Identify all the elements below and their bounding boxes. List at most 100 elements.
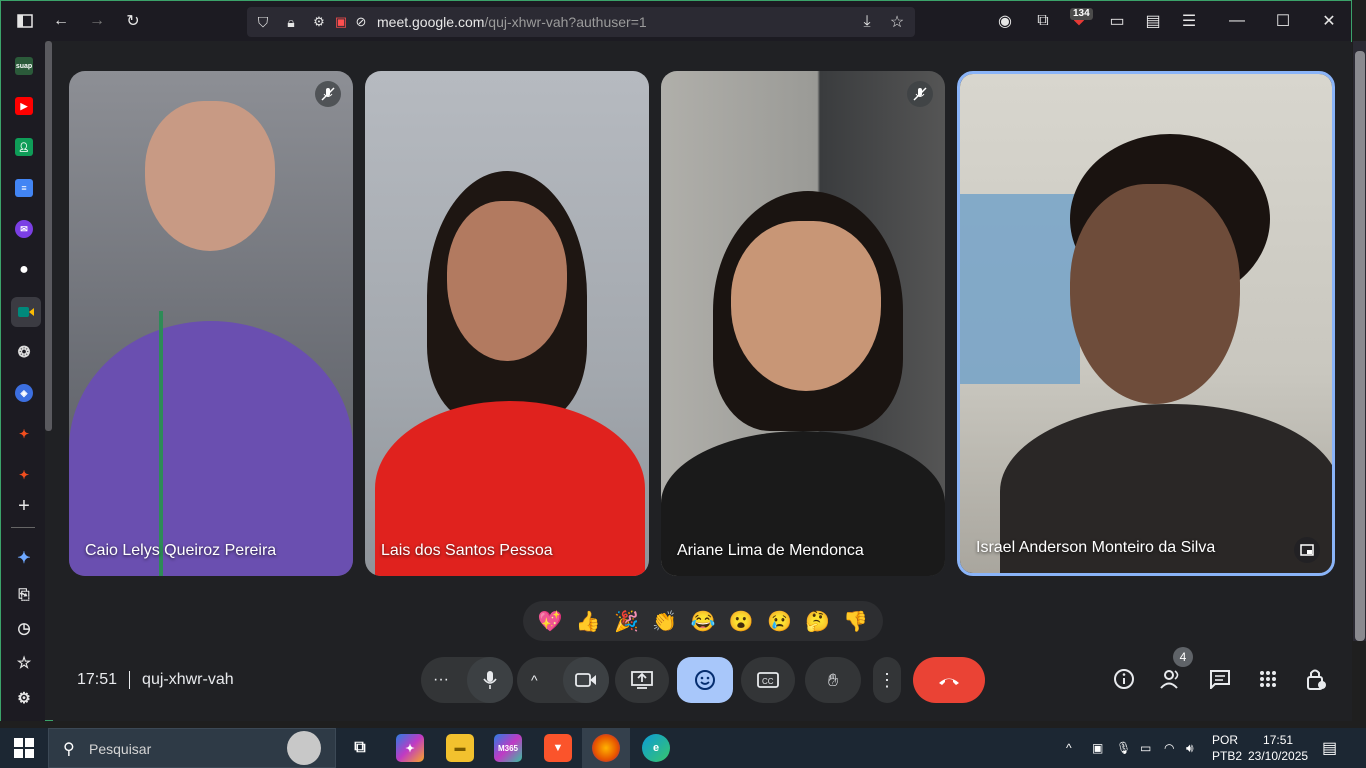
meet-tray-icon[interactable]: ▣ <box>1092 728 1103 768</box>
taskbar-clock[interactable]: 17:51 23/10/2025 <box>1248 732 1308 764</box>
input-language[interactable]: POR PTB2 <box>1212 732 1242 764</box>
meeting-info-icon[interactable] <box>1111 666 1137 692</box>
figma-icon[interactable]: ✦ <box>15 425 33 443</box>
maximize-icon[interactable]: ☐ <box>1271 9 1295 33</box>
mic-tray-icon[interactable]: 🎙︎ <box>1116 728 1131 768</box>
camera-button[interactable] <box>563 657 609 703</box>
volume-icon[interactable]: 🔊︎ <box>1186 728 1194 768</box>
shield-icon[interactable]: ⛉ <box>251 10 275 34</box>
more-options-button[interactable]: ⋮ <box>873 657 901 703</box>
participant-tile[interactable]: Caio Lelys Queiroz Pereira <box>69 71 353 576</box>
reaction-surprised[interactable]: 😮 <box>729 609 754 634</box>
more-audio-options-icon[interactable]: ··· <box>433 671 449 689</box>
meeting-code: quj-xhwr-vah <box>142 671 234 689</box>
forward-icon[interactable]: → <box>85 9 109 33</box>
task-view-icon[interactable]: ⧉ <box>346 734 374 762</box>
pocket-icon[interactable]: ⎘ <box>15 585 33 603</box>
extensions-icon[interactable]: ⧉ <box>1031 9 1055 33</box>
url-text[interactable]: meet.google.com/quj-xhwr-vah?authuser=1 <box>377 14 647 30</box>
tray-overflow-icon[interactable]: ^ <box>1066 728 1072 768</box>
participant-name: Ariane Lima de Mendonca <box>677 542 864 559</box>
present-screen-button[interactable] <box>615 657 669 703</box>
bookmark-star-icon[interactable]: ☆ <box>885 10 909 34</box>
people-icon[interactable] <box>1159 666 1185 692</box>
firefox-icon[interactable] <box>592 734 620 762</box>
sidebar-item-youtube[interactable]: ▶ <box>15 97 33 115</box>
keyboard-layout: PTB2 <box>1212 749 1243 763</box>
sidebar-item-app[interactable]: ◈ <box>15 384 33 402</box>
reaction-crying[interactable]: 😢 <box>767 609 792 634</box>
meeting-details: 17:51 quj-xhwr-vah <box>77 671 234 689</box>
m365-icon[interactable]: M365 <box>494 734 522 762</box>
participant-tile[interactable]: Lais dos Santos Pessoa <box>365 71 649 576</box>
tabs-overview-icon[interactable]: ▭ <box>1105 9 1129 33</box>
microphone-button[interactable] <box>467 657 513 703</box>
screen-share-blocked-icon[interactable]: ⊘ <box>349 10 373 34</box>
search-highlight-image <box>287 731 321 765</box>
edge-icon[interactable]: e <box>642 734 670 762</box>
activities-grid-icon[interactable] <box>1255 666 1281 692</box>
bookmarks-icon[interactable]: ☆ <box>15 654 33 672</box>
add-panel-icon[interactable]: + <box>15 495 33 517</box>
participant-tile[interactable]: Ariane Lima de Mendonca <box>661 71 945 576</box>
github-icon[interactable]: ● <box>15 261 33 279</box>
lang-code: POR <box>1212 733 1239 747</box>
sidebar-scrollbar[interactable] <box>45 41 52 431</box>
screen: ← → ↻ ⛉ 🔒︎ ⚙ ▣ ⊘ meet.google.com/quj-xhw… <box>0 0 1366 768</box>
page-scrollbar[interactable] <box>1353 41 1366 641</box>
ai-sparkle-icon[interactable]: ✦ <box>15 549 33 567</box>
taskbar-search-box[interactable]: ⚲ Pesquisar <box>48 728 336 768</box>
url-path: /quj-xhwr-vah?authuser=1 <box>484 14 647 30</box>
participant-tile-active[interactable]: Israel Anderson Monteiro da Silva <box>957 71 1335 576</box>
browser-sidebar: suap ▶ 👤︎ ≡ ✉ ● ❂ ◈ ✦ ✦ + ✦ ⎘ ◷ ☆ ⚙ <box>1 41 45 721</box>
sidebar-item-meet[interactable] <box>11 297 41 327</box>
file-explorer-icon[interactable]: ▬ <box>446 734 474 762</box>
sidebar-item-messenger[interactable]: ✉ <box>15 220 33 238</box>
reload-icon[interactable]: ↻ <box>121 9 145 33</box>
sidebar-item-suap[interactable]: suap <box>15 57 33 75</box>
address-bar[interactable]: ⛉ 🔒︎ ⚙ ▣ ⊘ meet.google.com/quj-xhwr-vah?… <box>247 7 915 37</box>
host-controls-icon[interactable] <box>1303 666 1329 692</box>
reaction-clapping[interactable]: 👏 <box>652 609 677 634</box>
audio-control-group: ··· <box>421 657 513 703</box>
reader-icon[interactable]: ▤ <box>1141 9 1165 33</box>
permissions-icon[interactable]: ⚙ <box>307 10 331 34</box>
menu-icon[interactable]: ☰ <box>1177 9 1201 33</box>
lock-icon[interactable]: 🔒︎ <box>279 10 303 34</box>
back-icon[interactable]: ← <box>49 9 73 33</box>
copilot-icon[interactable]: ✦ <box>396 734 424 762</box>
history-icon[interactable]: ◷ <box>15 619 33 637</box>
reaction-party-popper[interactable]: 🎉 <box>614 609 639 634</box>
sidebar-item-classroom[interactable]: 👤︎ <box>15 138 33 156</box>
brave-icon[interactable]: ▼ <box>544 734 572 762</box>
reaction-sparkling-heart[interactable]: 💖 <box>538 609 563 634</box>
chat-icon[interactable] <box>1207 666 1233 692</box>
minimize-icon[interactable]: — <box>1225 9 1249 33</box>
reaction-laughing[interactable]: 😂 <box>691 609 716 634</box>
chatgpt-icon[interactable]: ❂ <box>15 343 33 361</box>
scrollbar-thumb[interactable] <box>1355 51 1365 641</box>
close-icon[interactable]: ✕ <box>1317 9 1341 33</box>
reaction-thinking[interactable]: 🤔 <box>805 609 830 634</box>
sidebar-item-docs[interactable]: ≡ <box>15 179 33 197</box>
raise-hand-button[interactable]: ✋︎ <box>805 657 861 703</box>
pin-tile-icon[interactable] <box>1294 537 1320 563</box>
present-screen-icon <box>631 671 653 689</box>
clock-time: 17:51 <box>1263 733 1294 747</box>
captions-button[interactable]: CC <box>741 657 795 703</box>
figma-icon-2[interactable]: ✦ <box>15 466 33 484</box>
reaction-thumbs-down[interactable]: 👎 <box>843 609 868 634</box>
people-count-badge: 4 <box>1173 647 1193 667</box>
reaction-thumbs-up[interactable]: 👍 <box>576 609 601 634</box>
more-video-options-icon[interactable]: ^ <box>531 672 538 688</box>
account-icon[interactable]: ◉ <box>993 9 1017 33</box>
leave-call-button[interactable] <box>913 657 985 703</box>
windows-start-icon[interactable] <box>14 738 34 758</box>
settings-gear-icon[interactable]: ⚙ <box>15 689 33 707</box>
reactions-button[interactable] <box>677 657 733 703</box>
battery-icon[interactable]: ▭ <box>1140 728 1151 768</box>
download-page-icon[interactable]: ⤓ <box>855 10 879 34</box>
sidebar-toggle-icon[interactable] <box>13 9 37 33</box>
wifi-icon[interactable]: ◠ <box>1164 728 1174 768</box>
notifications-icon[interactable]: ▤ <box>1322 728 1337 768</box>
